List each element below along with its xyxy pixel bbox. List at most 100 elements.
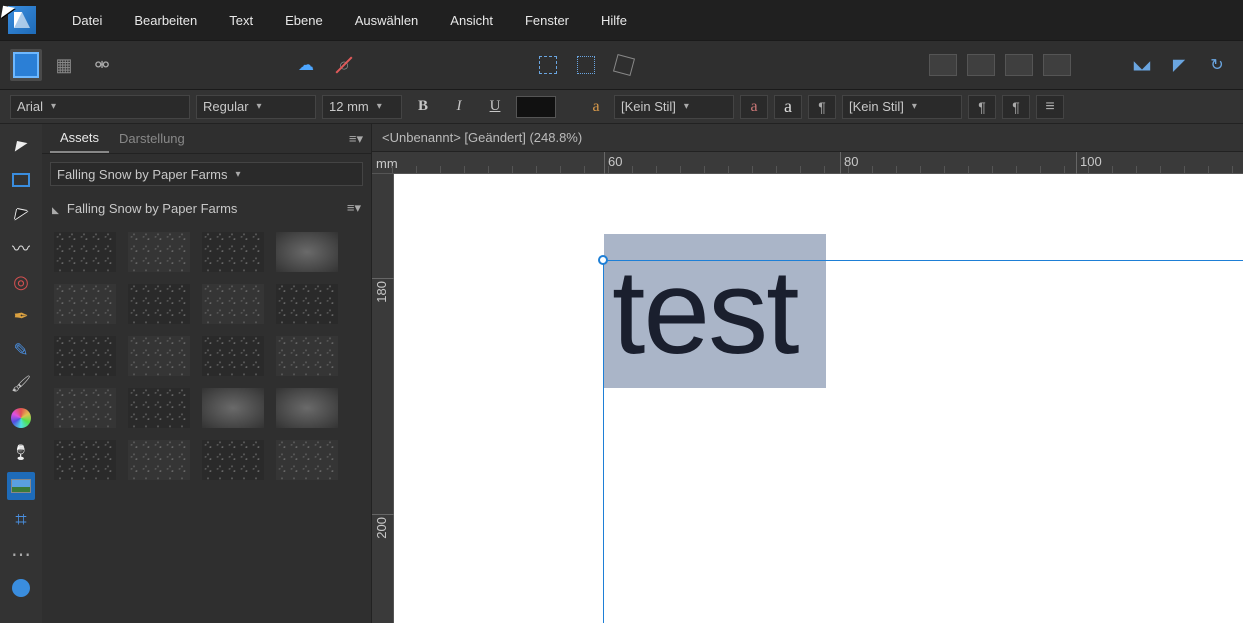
asset-thumb[interactable] [276,232,338,272]
align-btn-4[interactable] [1041,49,1073,81]
text-color-swatch[interactable] [516,96,556,118]
move-tool[interactable] [7,132,35,160]
text-frame-handle[interactable] [598,255,608,265]
bold-button[interactable]: B [408,95,438,119]
shape-tool[interactable] [7,574,35,602]
asset-thumb[interactable] [202,232,264,272]
asset-thumb[interactable] [54,336,116,376]
font-family-dropdown[interactable]: Arial [10,95,190,119]
asset-thumb[interactable] [54,284,116,324]
menu-view[interactable]: Ansicht [434,3,509,38]
asset-thumb[interactable] [128,284,190,324]
asset-thumb[interactable] [54,232,116,272]
pen-tool[interactable] [7,302,35,330]
fill-tool[interactable] [7,404,35,432]
pencil-tool[interactable] [7,336,35,364]
underline-button[interactable]: U [480,95,510,119]
point-transform-tool[interactable] [7,268,35,296]
marquee-icon [539,56,557,74]
paragraph-icon-button[interactable] [808,95,836,119]
align-icon [1043,54,1071,76]
tab-assets[interactable]: Assets [50,124,109,153]
image-icon [11,479,31,493]
place-image-tool[interactable] [7,472,35,500]
align-btn-1[interactable] [927,49,959,81]
asset-thumb[interactable] [276,440,338,480]
character-style-dropdown[interactable]: [Kein Stil] [614,95,734,119]
text-selection-highlight: test [604,234,826,388]
brush-tool[interactable] [7,370,35,398]
asset-thumb[interactable] [202,440,264,480]
asset-thumb[interactable] [202,388,264,428]
character-add-button[interactable]: a [774,95,802,119]
paragraph-panel-button[interactable] [1036,95,1064,119]
asset-thumb[interactable] [202,284,264,324]
ruler-vertical[interactable]: 180 200 [372,174,394,623]
ruler-tick-label: 200 [374,517,389,539]
paragraph-add-button[interactable] [1002,95,1030,119]
align-btn-2[interactable] [965,49,997,81]
char-a-icon: a [742,98,766,116]
font-size-dropdown[interactable]: 12 mm [322,95,402,119]
paragraph-update-button[interactable] [968,95,996,119]
tab-appearance[interactable]: Darstellung [109,125,195,152]
asset-thumb[interactable] [128,388,190,428]
font-weight-value: Regular [203,99,249,114]
asset-thumb[interactable] [202,336,264,376]
asset-thumb[interactable] [276,284,338,324]
rotate-button[interactable] [1201,49,1233,81]
crop-tool[interactable] [7,506,35,534]
align-icon [929,54,957,76]
node-tool[interactable] [7,200,35,228]
menu-text[interactable]: Text [213,3,269,38]
canvas[interactable]: test [394,174,1243,623]
snapping-off-button[interactable] [328,49,360,81]
text-frame-guide-horizontal [603,260,1243,261]
character-update-button[interactable]: a [740,95,768,119]
align-icon [967,54,995,76]
menu-select[interactable]: Auswählen [339,3,435,38]
asset-thumb[interactable] [128,336,190,376]
assets-category-header[interactable]: Falling Snow by Paper Farms ≡▾ [42,194,371,222]
corner-tool[interactable] [7,234,35,262]
marquee-tool-button[interactable] [532,49,564,81]
marquee-outline-icon [577,56,595,74]
assets-panel: Assets Darstellung ≡▾ Falling Snow by Pa… [42,124,372,623]
category-menu-icon[interactable]: ≡▾ [347,200,361,216]
mouse-cursor [2,2,14,22]
marquee-outline-button[interactable] [570,49,602,81]
menu-window[interactable]: Fenster [509,3,585,38]
paragraph-style-dropdown[interactable]: [Kein Stil] [842,95,962,119]
assets-pack-dropdown[interactable]: Falling Snow by Paper Farms [50,162,363,186]
transparency-tool[interactable] [7,438,35,466]
asset-thumb[interactable] [276,388,338,428]
main-area: Assets Darstellung ≡▾ Falling Snow by Pa… [0,124,1243,623]
tools-strip [0,124,42,623]
persona-export-button[interactable] [86,49,118,81]
menu-layer[interactable]: Ebene [269,3,339,38]
persona-designer-button[interactable] [10,49,42,81]
panel-menu-icon[interactable]: ≡▾ [349,131,363,147]
char-a-big-icon: a [776,96,800,117]
asset-thumb[interactable] [128,440,190,480]
flip-horizontal-button[interactable] [1125,49,1157,81]
menu-help[interactable]: Hilfe [585,3,643,38]
asset-thumb[interactable] [54,440,116,480]
menu-file[interactable]: Datei [56,3,118,38]
font-family-value: Arial [17,99,43,114]
asset-thumb[interactable] [276,336,338,376]
align-btn-3[interactable] [1003,49,1035,81]
asset-thumb[interactable] [128,232,190,272]
artboard-tool[interactable] [7,166,35,194]
menu-edit[interactable]: Bearbeiten [118,3,213,38]
flip-vertical-button[interactable] [1163,49,1195,81]
italic-button[interactable]: I [444,95,474,119]
canvas-text-content[interactable]: test [612,252,797,372]
asset-thumb[interactable] [54,388,116,428]
more-tools[interactable] [7,540,35,568]
font-weight-dropdown[interactable]: Regular [196,95,316,119]
transform-button[interactable] [608,49,640,81]
ruler-horizontal[interactable]: mm 60 80 100 [372,152,1243,174]
persona-pixel-button[interactable] [48,49,80,81]
sync-button[interactable] [290,49,322,81]
